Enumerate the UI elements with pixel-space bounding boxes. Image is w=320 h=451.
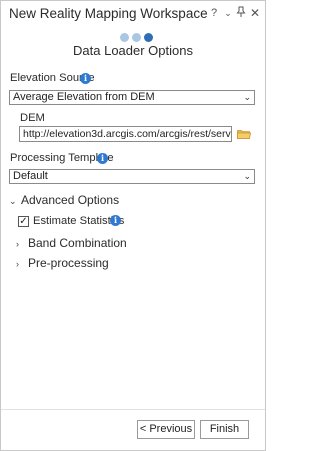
dem-label: DEM	[20, 112, 45, 124]
elevation-source-dropdown[interactable]: Average Elevation from DEM ⌄	[9, 90, 255, 105]
pin-icon[interactable]	[236, 6, 246, 20]
wizard-pane: New Reality Mapping Workspace ? ⌄ ✕ Data…	[0, 0, 266, 451]
chevron-down-icon: ⌄	[243, 92, 251, 102]
previous-button[interactable]: < Previous	[137, 420, 195, 439]
folder-icon[interactable]	[237, 129, 251, 139]
title-bar: New Reality Mapping Workspace ? ⌄ ✕	[1, 1, 265, 27]
elevation-source-value: Average Elevation from DEM	[13, 91, 155, 103]
step-indicator	[118, 33, 158, 43]
dem-input[interactable]: http://elevation3d.arcgis.com/arcgis/res…	[19, 126, 232, 142]
preprocessing-label: Pre-processing	[28, 256, 109, 270]
preprocessing-header[interactable]: › Pre-processing	[16, 256, 109, 270]
chevron-down-icon: ⌄	[243, 171, 251, 181]
finish-button[interactable]: Finish	[200, 420, 249, 439]
info-icon[interactable]: i	[80, 73, 91, 84]
band-combination-label: Band Combination	[28, 236, 127, 250]
chevron-down-icon: ⌄	[9, 196, 17, 206]
window-title: New Reality Mapping Workspace	[9, 6, 208, 21]
info-icon[interactable]: i	[97, 153, 108, 164]
footer-divider	[1, 409, 265, 410]
chevron-right-icon: ›	[16, 259, 19, 269]
step-dot-3-current	[144, 33, 153, 42]
chevron-right-icon: ›	[16, 239, 19, 249]
advanced-options-label: Advanced Options	[21, 193, 120, 207]
band-combination-header[interactable]: › Band Combination	[16, 236, 127, 250]
step-dot-1	[120, 33, 129, 42]
close-icon[interactable]: ✕	[250, 6, 260, 20]
options-menu-icon[interactable]: ⌄	[223, 6, 233, 20]
pin-svg	[236, 6, 246, 17]
step-dot-2	[132, 33, 141, 42]
advanced-options-header[interactable]: ⌄ Advanced Options	[9, 193, 119, 207]
help-icon[interactable]: ?	[209, 6, 219, 20]
processing-template-dropdown[interactable]: Default ⌄	[9, 169, 255, 184]
processing-template-value: Default	[13, 170, 48, 182]
page-title: Data Loader Options	[73, 43, 193, 58]
dem-input-value: http://elevation3d.arcgis.com/arcgis/res…	[23, 128, 231, 140]
estimate-statistics-checkbox[interactable]: ✓	[18, 216, 29, 227]
info-icon[interactable]: i	[110, 215, 121, 226]
